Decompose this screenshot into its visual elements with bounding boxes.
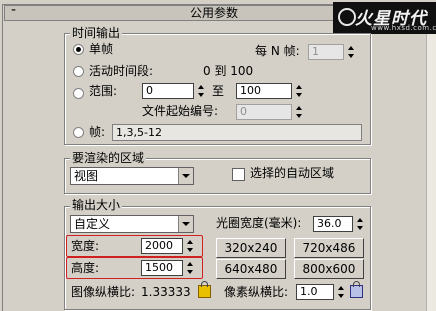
range-from-arrows-icon[interactable] bbox=[196, 83, 206, 99]
image-aspect-value: 1.33333 bbox=[141, 285, 191, 299]
preset-720x486-button[interactable]: 720x486 bbox=[294, 238, 364, 258]
time-output-title: 时间输出 bbox=[70, 26, 123, 40]
range-to-spinner[interactable]: 100 bbox=[236, 83, 304, 99]
every-n-label: 每 N 帧: bbox=[255, 44, 300, 58]
every-n-arrows-icon[interactable] bbox=[346, 44, 356, 60]
auto-region-checkbox[interactable] bbox=[232, 168, 245, 181]
every-n-field[interactable]: 1 bbox=[308, 44, 344, 60]
aperture-field[interactable]: 36.0 bbox=[313, 216, 353, 232]
every-n-spinner[interactable]: 1 bbox=[308, 44, 356, 60]
frames-label: 帧: bbox=[89, 125, 106, 139]
pixel-aspect-spinner[interactable]: 1.0 bbox=[296, 284, 346, 300]
single-frame-radio[interactable] bbox=[73, 44, 84, 55]
height-spinner[interactable]: 1500 bbox=[141, 260, 195, 276]
width-field[interactable]: 2000 bbox=[141, 238, 183, 254]
aperture-spinner[interactable]: 36.0 bbox=[313, 216, 365, 232]
aperture-label: 光圈宽度(毫米): bbox=[216, 216, 302, 230]
render-area-dropdown[interactable]: 视图 bbox=[70, 167, 194, 185]
preset-640x480-button[interactable]: 640x480 bbox=[216, 259, 286, 279]
width-arrows-icon[interactable] bbox=[185, 238, 195, 254]
pixel-aspect-field[interactable]: 1.0 bbox=[296, 284, 334, 300]
output-preset-value: 自定义 bbox=[74, 217, 111, 231]
output-preset-dropdown[interactable]: 自定义 bbox=[70, 215, 194, 233]
render-area-value: 视图 bbox=[74, 169, 99, 183]
range-from-spinner[interactable]: 0 bbox=[142, 83, 206, 99]
image-aspect-lock-icon[interactable] bbox=[198, 281, 211, 298]
dropdown-arrow-icon[interactable] bbox=[178, 168, 193, 184]
logo-url: www.hxsd.com.cn bbox=[371, 24, 436, 32]
file-start-arrows-icon[interactable] bbox=[294, 104, 304, 120]
height-field[interactable]: 1500 bbox=[141, 260, 183, 276]
preset-320x240-button[interactable]: 320x240 bbox=[216, 238, 286, 258]
pixel-aspect-arrows-icon[interactable] bbox=[336, 284, 346, 300]
file-start-label: 文件起始编号: bbox=[142, 104, 219, 118]
frames-radio[interactable] bbox=[73, 127, 84, 138]
range-radio[interactable] bbox=[73, 88, 84, 99]
dropdown-arrow-icon[interactable] bbox=[178, 216, 193, 232]
auto-region-label: 选择的自动区域 bbox=[250, 166, 335, 180]
pixel-aspect-label: 像素纵横比: bbox=[224, 285, 289, 299]
scrollbar[interactable] bbox=[426, 4, 436, 311]
width-label: 宽度: bbox=[71, 239, 100, 253]
active-segment-range: 0 到 100 bbox=[203, 64, 254, 78]
height-label: 高度: bbox=[71, 261, 100, 275]
file-start-spinner[interactable]: 0 bbox=[236, 104, 304, 120]
active-segment-radio[interactable] bbox=[73, 66, 84, 77]
single-frame-label: 单帧 bbox=[89, 42, 114, 56]
output-size-title: 输出大小 bbox=[70, 198, 123, 212]
file-start-field[interactable]: 0 bbox=[236, 104, 292, 120]
render-area-title: 要渲染的区域 bbox=[70, 151, 147, 165]
active-segment-label: 活动时间段: bbox=[89, 64, 154, 78]
height-arrows-icon[interactable] bbox=[185, 260, 195, 276]
range-to-arrows-icon[interactable] bbox=[294, 83, 304, 99]
aperture-arrows-icon[interactable] bbox=[355, 216, 365, 232]
range-to-field[interactable]: 100 bbox=[236, 83, 292, 99]
range-label: 范围: bbox=[89, 84, 118, 98]
pixel-aspect-lock-icon[interactable] bbox=[350, 281, 363, 298]
hxsd-logo: 火星时代 www.hxsd.com.cn bbox=[333, 2, 436, 34]
frames-field[interactable]: 1,3,5-12 bbox=[112, 124, 362, 141]
image-aspect-label: 图像纵横比: bbox=[71, 285, 136, 299]
width-spinner[interactable]: 2000 bbox=[141, 238, 195, 254]
range-from-field[interactable]: 0 bbox=[142, 83, 194, 99]
range-to-label: 至 bbox=[212, 84, 225, 98]
preset-800x600-button[interactable]: 800x600 bbox=[294, 259, 364, 279]
logo-mark-icon bbox=[338, 8, 356, 26]
